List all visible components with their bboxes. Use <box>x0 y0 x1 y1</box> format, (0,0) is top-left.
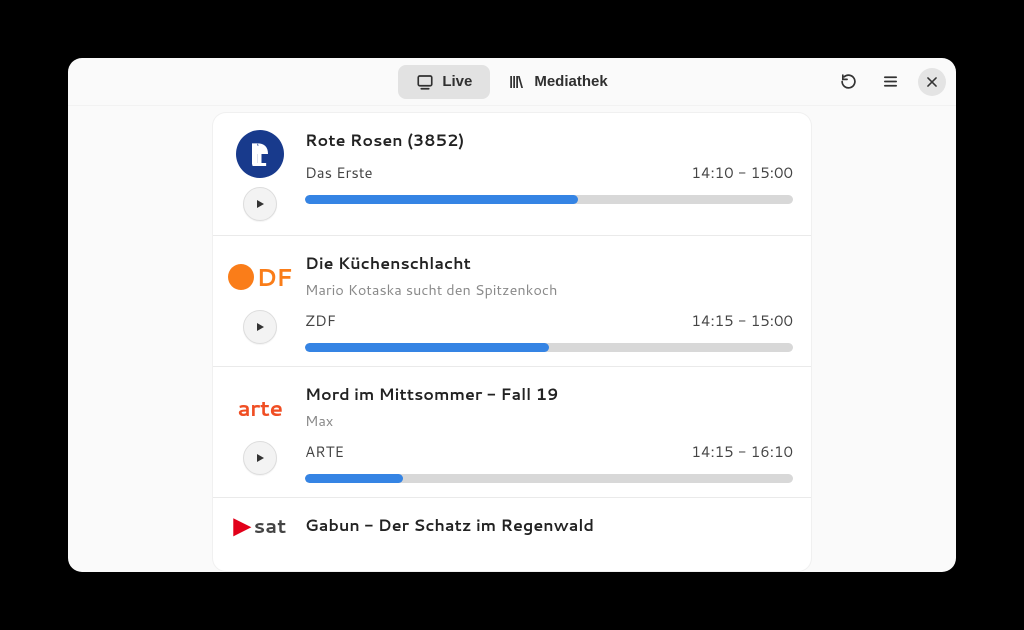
svg-text:1: 1 <box>251 140 267 170</box>
channel-row: DF Die Küchenschlacht Mario Kotaska such… <box>213 236 811 367</box>
row-info: Gabun - Der Schatz im Regenwald <box>305 514 793 538</box>
progress-bar <box>305 195 793 204</box>
meta-row: ZDF 14:15 - 15:00 <box>305 310 793 331</box>
progress-fill <box>305 195 578 204</box>
meta-row: Das Erste 14:10 - 15:00 <box>305 162 793 183</box>
program-time: 14:15 - 15:00 <box>691 310 793 331</box>
row-left: arte <box>229 383 291 483</box>
content-area: 1 Rote Rosen (3852) Das Erste 14:10 - 15… <box>68 106 956 572</box>
channel-logo-3sat: ▶sat <box>232 514 288 538</box>
play-icon <box>254 321 266 333</box>
row-info: Die Küchenschlacht Mario Kotaska sucht d… <box>305 252 793 352</box>
refresh-button[interactable] <box>834 68 862 96</box>
row-info: Mord im Mittsommer - Fall 19 Max ARTE 14… <box>305 383 793 483</box>
play-icon <box>254 198 266 210</box>
program-time: 14:10 - 15:00 <box>691 162 793 183</box>
row-left: ▶sat <box>229 514 291 538</box>
library-icon <box>508 73 526 91</box>
program-subtitle: Mario Kotaska sucht den Spitzenkoch <box>305 279 793 300</box>
view-switcher: Live Mediathek <box>398 65 625 99</box>
monitor-icon <box>416 73 434 91</box>
progress-fill <box>305 343 549 352</box>
tab-live-label: Live <box>442 73 472 90</box>
channel-logo-zdf: DF <box>232 252 288 302</box>
play-button[interactable] <box>243 441 277 475</box>
tab-live[interactable]: Live <box>398 65 490 99</box>
hamburger-icon <box>882 73 899 90</box>
channel-row: 1 Rote Rosen (3852) Das Erste 14:10 - 15… <box>213 113 811 236</box>
tab-mediathek-label: Mediathek <box>534 73 607 90</box>
channel-name: ARTE <box>305 441 344 462</box>
program-title: Mord im Mittsommer - Fall 19 <box>305 383 793 406</box>
program-time: 14:15 - 16:10 <box>691 441 793 462</box>
header-actions <box>834 58 946 105</box>
close-button[interactable] <box>918 68 946 96</box>
channel-name: ZDF <box>305 310 336 331</box>
program-title: Gabun - Der Schatz im Regenwald <box>305 514 793 537</box>
progress-fill <box>305 474 403 483</box>
program-title: Die Küchenschlacht <box>305 252 793 275</box>
refresh-icon <box>840 73 857 90</box>
play-button[interactable] <box>243 310 277 344</box>
play-icon <box>254 452 266 464</box>
row-left: DF <box>229 252 291 352</box>
progress-bar <box>305 343 793 352</box>
program-title: Rote Rosen (3852) <box>305 129 793 152</box>
tab-mediathek[interactable]: Mediathek <box>490 65 625 99</box>
channel-list: 1 Rote Rosen (3852) Das Erste 14:10 - 15… <box>212 112 812 572</box>
channel-logo-ard: 1 <box>232 129 288 179</box>
meta-row: ARTE 14:15 - 16:10 <box>305 441 793 462</box>
channel-row: arte Mord im Mittsommer - Fall 19 Max AR… <box>213 367 811 498</box>
app-window: Live Mediathek <box>68 58 956 572</box>
program-subtitle: Max <box>305 410 793 431</box>
channel-row: ▶sat Gabun - Der Schatz im Regenwald <box>213 498 811 538</box>
row-info: Rote Rosen (3852) Das Erste 14:10 - 15:0… <box>305 129 793 221</box>
channel-name: Das Erste <box>305 162 373 183</box>
close-icon <box>925 75 939 89</box>
progress-bar <box>305 474 793 483</box>
menu-button[interactable] <box>876 68 904 96</box>
play-button[interactable] <box>243 187 277 221</box>
header-bar: Live Mediathek <box>68 58 956 106</box>
channel-logo-arte: arte <box>232 383 288 433</box>
row-left: 1 <box>229 129 291 221</box>
